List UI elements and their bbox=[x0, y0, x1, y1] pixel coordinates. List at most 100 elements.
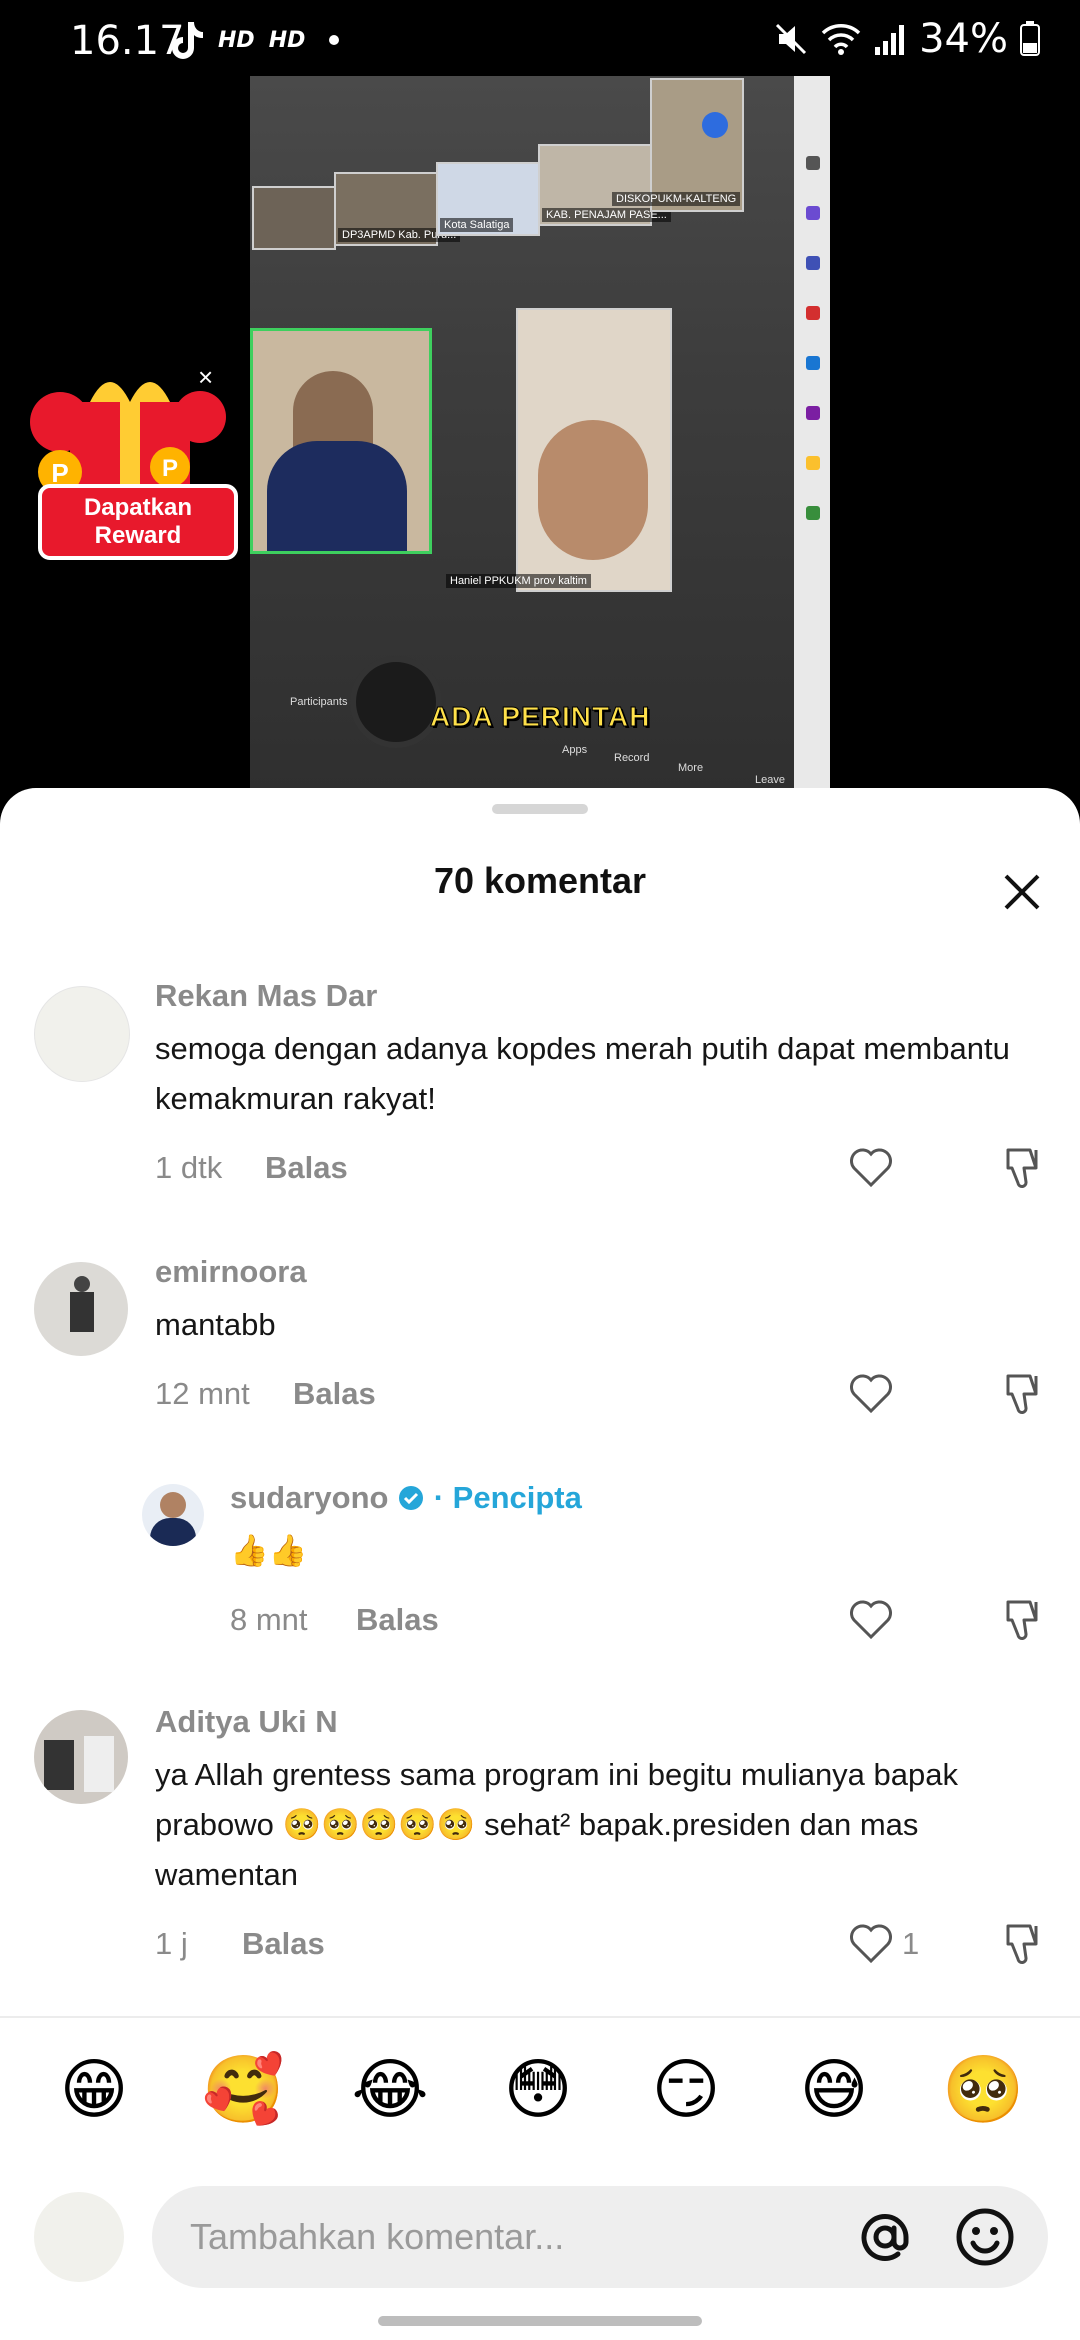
reply-button[interactable]: Balas bbox=[293, 1376, 376, 1412]
participants-label: Participants bbox=[290, 696, 348, 708]
video-tile-label: Haniel PPKUKM prov kaltim bbox=[446, 574, 591, 588]
hd-badge: HD bbox=[218, 27, 255, 53]
comment-text-line: prabowo 🥺🥺🥺🥺🥺 sehat² bapak.presiden dan … bbox=[155, 1807, 919, 1842]
video-tile-speaker bbox=[250, 328, 432, 554]
video-tile: DP3APMD Kab. Puru... bbox=[334, 172, 461, 246]
comment-text-line: ya Allah grentess sama program ini begit… bbox=[155, 1757, 959, 1792]
emoji-quick-bar: 😁 🥰 😂 😳 😏 😅 🥺 bbox=[0, 2050, 1080, 2140]
like-count: 1 bbox=[902, 1926, 920, 1961]
avatar[interactable] bbox=[34, 1710, 128, 1804]
emoji-grin-button[interactable]: 😁 bbox=[54, 2050, 134, 2130]
avatar-figure bbox=[160, 1492, 186, 1518]
avatar[interactable] bbox=[34, 1262, 128, 1356]
comment-username[interactable]: Rekan Mas Dar bbox=[155, 978, 377, 1014]
avatar-figure bbox=[70, 1292, 94, 1332]
person-face bbox=[538, 420, 648, 560]
more-label: More bbox=[678, 762, 704, 774]
emoji-icon[interactable] bbox=[952, 2204, 1018, 2270]
drag-handle[interactable] bbox=[492, 804, 588, 814]
divider bbox=[0, 2016, 1080, 2018]
battery-percent: 34% bbox=[919, 16, 1008, 62]
app-icon bbox=[806, 406, 820, 420]
comment-text-line: 👍👍 bbox=[230, 1533, 308, 1568]
comment-username[interactable]: emirnoora bbox=[155, 1254, 307, 1290]
comments-count-title: 70 komentar bbox=[433, 860, 647, 901]
mute-icon bbox=[776, 23, 807, 55]
svg-text:P: P bbox=[162, 455, 178, 482]
avatar[interactable] bbox=[142, 1484, 204, 1546]
leave-label: Leave bbox=[755, 774, 785, 786]
close-icon[interactable] bbox=[994, 864, 1050, 920]
heart-icon[interactable] bbox=[846, 1142, 896, 1192]
comment-time: 1 j bbox=[155, 1926, 188, 1961]
dislike-icon[interactable] bbox=[998, 1368, 1048, 1418]
app-icon bbox=[806, 506, 820, 520]
comments-sheet: 70 komentar Rekan Mas Dar semoga dengan … bbox=[0, 788, 1080, 2340]
avatar[interactable] bbox=[34, 986, 130, 1082]
comment-text: 👍👍 bbox=[230, 1526, 307, 1576]
reward-badge[interactable]: P P × Dapatkan Reward bbox=[20, 362, 238, 562]
comment-text-line: kemakmuran rakyat! bbox=[155, 1081, 436, 1116]
notification-dot bbox=[329, 35, 340, 45]
comment-text-line: wamentan bbox=[155, 1857, 299, 1892]
tiktok-icon bbox=[172, 22, 203, 59]
avatar-figure bbox=[84, 1736, 114, 1792]
emoji-sweat-smile-button[interactable]: 😅 bbox=[794, 2050, 874, 2130]
close-icon[interactable]: × bbox=[198, 362, 213, 393]
reward-line2: Reward bbox=[94, 522, 182, 549]
video-player[interactable]: DP3APMD Kab. Puru... Kota Salatiga KAB. … bbox=[250, 76, 830, 792]
video-tile-participant: Haniel PPKUKM prov kaltim bbox=[446, 308, 672, 592]
battery-icon bbox=[1020, 21, 1040, 56]
heart-icon[interactable] bbox=[846, 1368, 896, 1418]
creator-badge: · Pencipta bbox=[433, 1480, 582, 1515]
heart-icon[interactable] bbox=[846, 1918, 896, 1968]
app-icon bbox=[806, 256, 820, 270]
next-page-icon bbox=[702, 112, 728, 138]
reply-button[interactable]: Balas bbox=[356, 1602, 439, 1638]
apps-label: Apps bbox=[562, 744, 588, 756]
comment-text: ya Allah grentess sama program ini begit… bbox=[155, 1750, 958, 1900]
dislike-icon[interactable] bbox=[998, 1594, 1048, 1644]
app-icon bbox=[806, 356, 820, 370]
emoji-flushed-button[interactable]: 😳 bbox=[498, 2050, 578, 2130]
comment-input-placeholder: Tambahkan komentar... bbox=[190, 2216, 565, 2257]
video-tile-label: Kota Salatiga bbox=[440, 218, 514, 232]
comment-text: mantabb bbox=[155, 1300, 276, 1350]
video-subtitle: ADA PERINTAH bbox=[429, 701, 651, 733]
verified-icon bbox=[399, 1486, 424, 1510]
dislike-icon[interactable] bbox=[998, 1142, 1048, 1192]
desktop-sidebar bbox=[794, 76, 830, 792]
comment-input-row: Tambahkan komentar... bbox=[0, 2166, 1080, 2288]
app-icon bbox=[806, 206, 820, 220]
status-left-icons: HD HD bbox=[168, 20, 340, 60]
record-label: Record bbox=[614, 752, 650, 764]
emoji-laugh-button[interactable]: 😂 bbox=[350, 2050, 430, 2130]
app-icon bbox=[806, 306, 820, 320]
video-tile: DISKOPUKM-KALTENG bbox=[612, 78, 744, 212]
comment-username[interactable]: Aditya Uki N bbox=[155, 1704, 338, 1740]
app-icon bbox=[806, 456, 820, 470]
emoji-pleading-button[interactable]: 🥺 bbox=[942, 2050, 1024, 2130]
comment-time: 12 mnt bbox=[155, 1376, 250, 1411]
video-tile-label: DISKOPUKM-KALTENG bbox=[612, 192, 741, 206]
app-icon bbox=[806, 156, 820, 170]
comment-time: 1 dtk bbox=[155, 1150, 223, 1185]
wifi-icon bbox=[821, 24, 861, 55]
reply-button[interactable]: Balas bbox=[242, 1926, 325, 1962]
heart-icon[interactable] bbox=[846, 1594, 896, 1644]
status-bar: 16.17 HD HD 34% bbox=[0, 0, 1080, 80]
webcam bbox=[350, 656, 442, 748]
creator-username[interactable]: sudaryono bbox=[230, 1480, 388, 1515]
emoji-love-button[interactable]: 🥰 bbox=[202, 2050, 284, 2130]
comment-input[interactable]: Tambahkan komentar... bbox=[152, 2186, 1048, 2288]
comment-text-line: semoga dengan adanya kopdes merah putih … bbox=[155, 1031, 1010, 1066]
reply-button[interactable]: Balas bbox=[265, 1150, 348, 1186]
comment-username[interactable]: sudaryono · Pencipta bbox=[230, 1480, 582, 1516]
home-indicator[interactable] bbox=[378, 2316, 702, 2326]
emoji-smirk-button[interactable]: 😏 bbox=[646, 2050, 726, 2130]
mention-icon[interactable] bbox=[852, 2204, 918, 2270]
avatar-figure bbox=[44, 1740, 74, 1790]
video-tile: Kota Salatiga bbox=[436, 162, 540, 236]
comment-time: 8 mnt bbox=[230, 1602, 308, 1637]
dislike-icon[interactable] bbox=[998, 1918, 1048, 1968]
